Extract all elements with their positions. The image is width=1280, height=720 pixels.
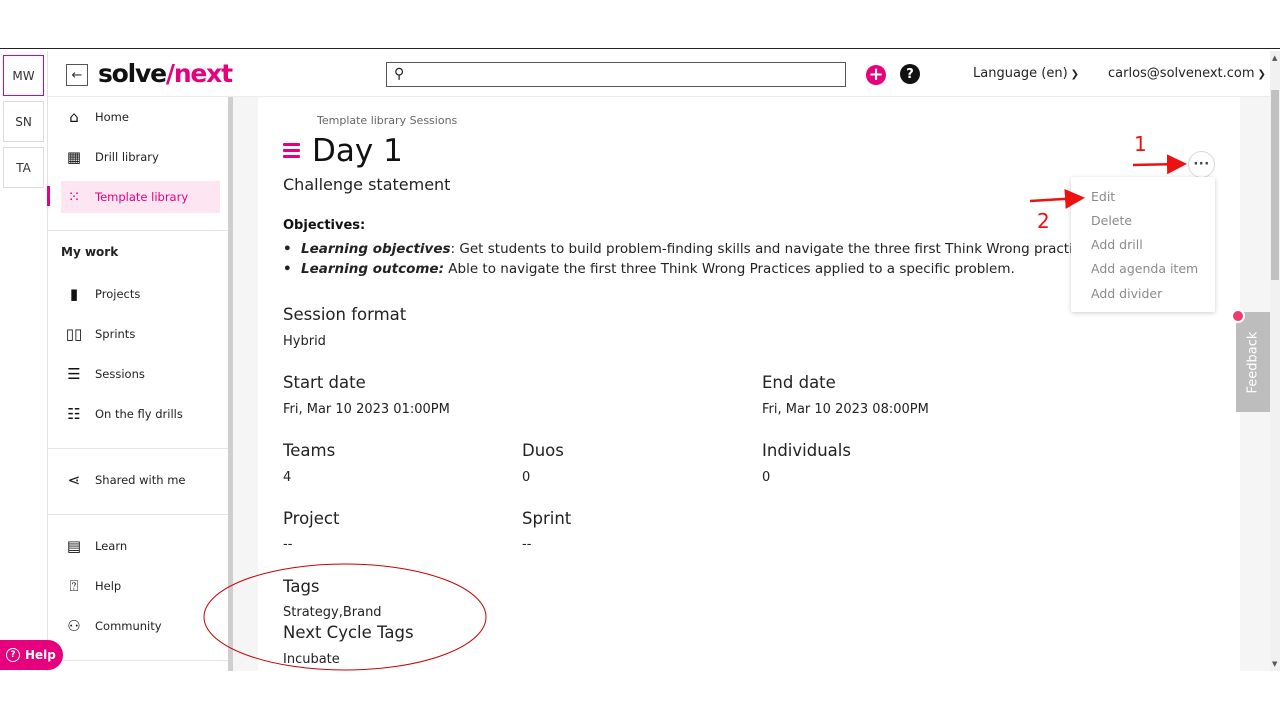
annotation-ellipse: [203, 563, 487, 671]
annotation-arrow-2: [1029, 188, 1085, 209]
annotation-label-1: 1: [1134, 132, 1147, 156]
annotation-overlay: [203, 154, 1187, 671]
annotation-arrow-1: [1132, 154, 1187, 175]
bottom-frame: [0, 671, 1280, 720]
annotation-label-2: 2: [1037, 209, 1050, 233]
